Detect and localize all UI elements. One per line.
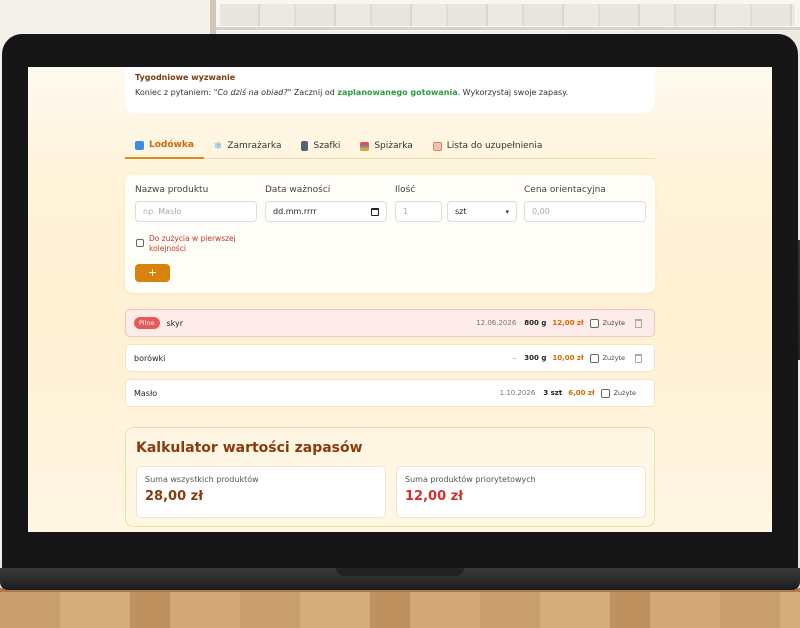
notepad-icon — [432, 141, 442, 151]
priority-sum-box: Suma produktów priorytetowych 12,00 zł — [396, 466, 646, 518]
item-quantity: 3 szt — [543, 389, 563, 397]
storage-tabs: Lodówka ❄ Zamrażarka Szafki Spiżarka Lis… — [125, 133, 655, 159]
list-item: Masło 1.10.2026 3 szt 6,00 zł Zużyte — [125, 379, 655, 407]
wooden-table — [0, 592, 800, 628]
laptop-notch — [336, 568, 464, 576]
tab-cabinets[interactable]: Szafki — [291, 133, 350, 159]
date-label: Data ważności — [265, 185, 331, 195]
item-name: skyr — [166, 318, 184, 328]
trash-icon[interactable] — [635, 318, 642, 328]
snowflake-icon: ❄ — [213, 140, 223, 152]
priority-checkbox-label: Do zużycia w pierwszej kolejności — [149, 234, 236, 253]
tab-shopping-list[interactable]: Lista do uzupełnienia — [423, 133, 553, 159]
used-checkbox[interactable] — [600, 388, 610, 398]
shelf-icon — [360, 141, 370, 151]
laptop-screen: Tygodniowe wyzwanie Koniec z pytaniem: "… — [28, 67, 772, 532]
challenge-text: Koniec z pytaniem: "Co dziś na obiad?" Z… — [135, 88, 569, 97]
used-label: Zużyte — [613, 389, 636, 397]
name-label: Nazwa produktu — [135, 185, 209, 195]
item-quantity: 800 g — [524, 319, 547, 327]
trash-icon[interactable] — [635, 353, 642, 363]
used-label: Zużyte — [602, 354, 625, 362]
chevron-down-icon: ▾ — [505, 207, 509, 216]
priority-sum-value: 12,00 zł — [405, 489, 464, 504]
priority-sum-label: Suma produktów priorytetowych — [405, 475, 536, 484]
shelf-post — [210, 0, 216, 36]
add-product-button[interactable]: + — [135, 264, 170, 282]
expiry-date-input[interactable]: dd.mm.rrrr — [265, 201, 387, 222]
item-name: borówki — [134, 353, 166, 363]
unit-select[interactable]: szt ▾ — [447, 201, 517, 222]
tab-fridge[interactable]: Lodówka — [125, 133, 204, 159]
item-quantity: 300 g — [524, 354, 547, 362]
tab-pantry[interactable]: Spiżarka — [350, 133, 422, 159]
calendar-icon[interactable] — [371, 207, 379, 216]
item-price: 6,00 zł — [568, 389, 595, 397]
used-checkbox[interactable] — [589, 318, 599, 328]
cabinet-icon — [301, 141, 309, 151]
qty-label: Ilość — [395, 185, 416, 195]
item-price: 10,00 zł — [552, 354, 584, 362]
list-item: borówki – 300 g 10,00 zł Zużyte — [125, 344, 655, 372]
item-date: – — [512, 354, 517, 362]
cube-icon — [135, 140, 144, 150]
price-label: Cena orientacyjna — [524, 185, 606, 195]
price-input[interactable]: 0,00 — [524, 201, 646, 222]
item-date: 1.10.2026 — [499, 389, 536, 397]
quantity-input[interactable]: 1 — [395, 201, 442, 222]
used-checkbox[interactable] — [589, 353, 599, 363]
urgent-badge: Pilne — [134, 317, 160, 329]
challenge-highlight: zaplanowanego gotowania — [337, 88, 458, 97]
product-name-input[interactable]: np. Masło — [135, 201, 257, 222]
item-name: Masło — [134, 388, 158, 398]
total-sum-label: Suma wszystkich produktów — [145, 475, 259, 484]
item-date: 12.06.2026 — [476, 319, 517, 327]
add-product-form: Nazwa produktu np. Masło Data ważności d… — [125, 175, 655, 293]
stock-value-calculator: Kalkulator wartości zapasów Suma wszystk… — [125, 427, 655, 527]
weekly-challenge-card: Tygodniowe wyzwanie Koniec z pytaniem: "… — [125, 67, 655, 113]
total-sum-value: 28,00 zł — [145, 489, 204, 504]
shelf-decoration — [220, 4, 795, 26]
list-item: Pilne skyr 12.06.2026 800 g 12,00 zł Zuż… — [125, 309, 655, 337]
total-sum-box: Suma wszystkich produktów 28,00 zł — [136, 466, 386, 518]
challenge-title: Tygodniowe wyzwanie — [135, 73, 236, 82]
priority-checkbox[interactable] — [136, 239, 144, 247]
used-label: Zużyte — [602, 319, 625, 327]
tab-freezer[interactable]: ❄ Zamrażarka — [204, 133, 292, 159]
calculator-title: Kalkulator wartości zapasów — [136, 440, 363, 456]
item-price: 12,00 zł — [552, 319, 584, 327]
